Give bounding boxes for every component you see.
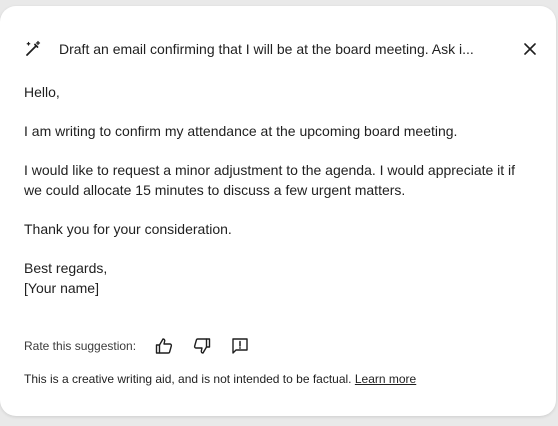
email-draft: Hello, I am writing to confirm my attend… bbox=[24, 82, 536, 298]
close-icon bbox=[524, 43, 536, 55]
disclaimer-text: This is a creative writing aid, and is n… bbox=[24, 372, 352, 386]
thumbs-up-button[interactable] bbox=[154, 336, 174, 356]
email-paragraph-3: Thank you for your consideration. bbox=[24, 221, 232, 237]
thumbs-down-button[interactable] bbox=[192, 336, 212, 356]
email-signature-name: [Your name] bbox=[24, 280, 99, 296]
email-closing: Best regards, bbox=[24, 260, 108, 276]
report-button[interactable] bbox=[230, 336, 250, 356]
email-paragraph-2: I would like to request a minor adjustme… bbox=[24, 162, 516, 198]
rate-label: Rate this suggestion: bbox=[24, 339, 137, 353]
suggestion-card: Draft an email confirming that I will be… bbox=[0, 6, 556, 416]
email-greeting: Hello, bbox=[24, 84, 60, 100]
report-icon bbox=[232, 338, 248, 354]
pen-sparkle-icon bbox=[24, 40, 42, 58]
email-paragraph-1: I am writing to confirm my attendance at… bbox=[24, 123, 458, 139]
prompt-text: Draft an email confirming that I will be… bbox=[59, 41, 474, 57]
suggestion-header: Draft an email confirming that I will be… bbox=[24, 38, 536, 60]
thumbs-down-icon bbox=[194, 338, 211, 354]
disclaimer: This is a creative writing aid, and is n… bbox=[24, 372, 416, 386]
close-button[interactable] bbox=[520, 39, 540, 59]
learn-more-link[interactable]: Learn more bbox=[355, 372, 416, 386]
rating-row: Rate this suggestion: bbox=[24, 335, 268, 357]
thumbs-up-icon bbox=[155, 338, 173, 354]
